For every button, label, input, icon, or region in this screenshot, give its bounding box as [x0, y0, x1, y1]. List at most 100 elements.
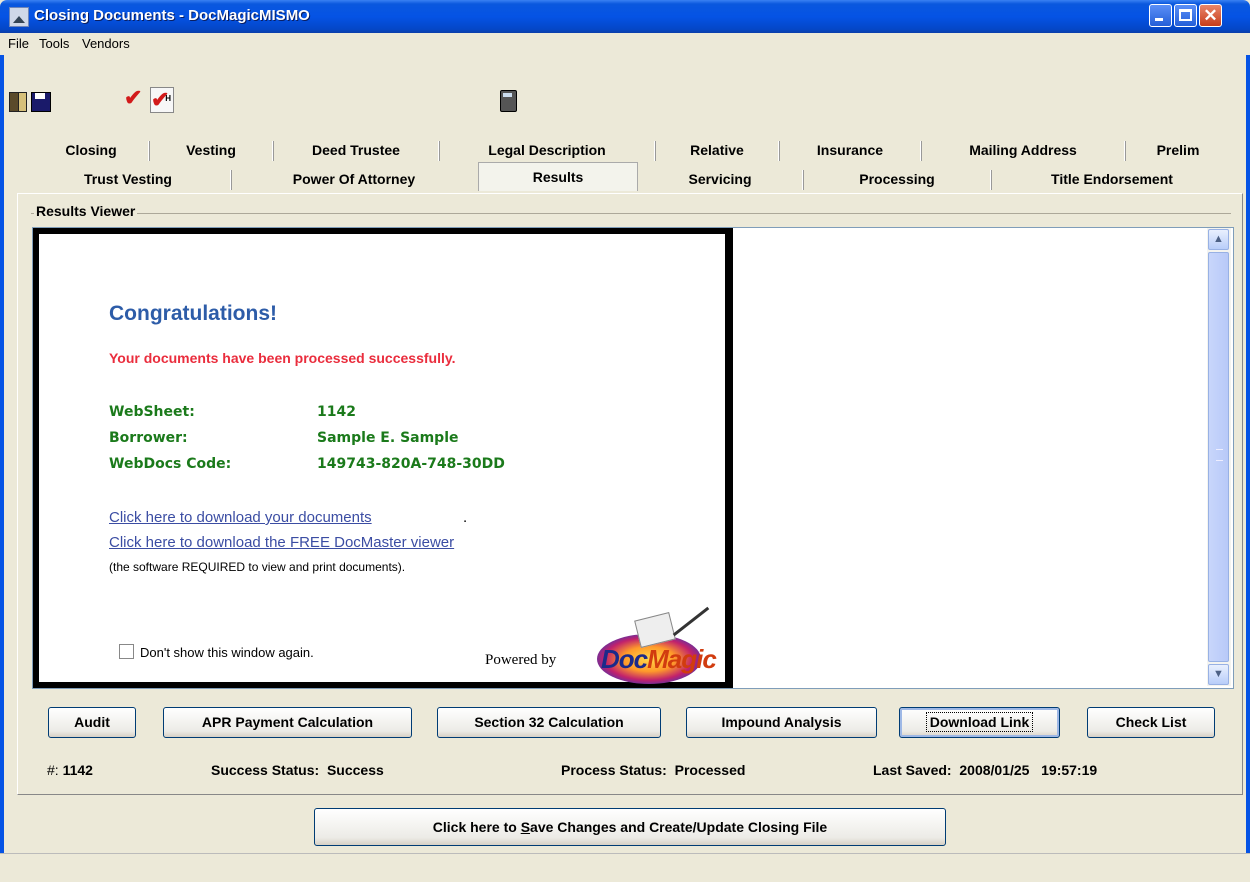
menu-tools[interactable]: Tools [39, 36, 69, 51]
viewer-scrollbar[interactable]: ▲ ▼ [1207, 228, 1231, 686]
success-status-label: Success Status: [211, 762, 320, 778]
impound-analysis-button[interactable]: Impound Analysis [686, 707, 877, 738]
websheet-value: 1142 [317, 404, 356, 420]
tab-insurance[interactable]: Insurance [782, 137, 918, 163]
minimize-button[interactable] [1149, 4, 1172, 27]
tab-separator [802, 170, 804, 190]
results-card: Congratulations! Your documents have bee… [33, 228, 731, 688]
dont-show-checkbox-row[interactable]: Don't show this window again. [119, 644, 314, 660]
window-border-left [0, 33, 4, 881]
tab-separator [148, 141, 150, 161]
viewer-note: (the software REQUIRED to view and print… [109, 560, 406, 574]
scroll-grip [1216, 449, 1223, 461]
webdocs-code-value: 149743-820A-748-30DD [317, 456, 505, 472]
save-changes-pre: Click here to [432, 819, 521, 835]
webdocs-code-label: WebDocs Code: [109, 456, 232, 472]
congratulations-heading: Congratulations! [109, 302, 277, 325]
tab-power-of-attorney[interactable]: Power Of Attorney [234, 166, 474, 192]
title-bar[interactable]: Closing Documents - DocMagicMISMO ✕ [0, 0, 1250, 33]
tab-results[interactable]: Results [478, 162, 638, 191]
status-bar [0, 853, 1250, 882]
download-documents-link[interactable]: Click here to download your documents [109, 509, 372, 526]
audit-button[interactable]: Audit [48, 707, 136, 738]
viewer-divider [725, 228, 733, 688]
tab-mailing-address[interactable]: Mailing Address [924, 137, 1122, 163]
process-status: Process Status: Processed [561, 762, 745, 778]
tab-separator [1124, 141, 1126, 161]
record-number-value: 1142 [62, 762, 93, 778]
checkmark-h-icon[interactable]: ✔ H [150, 87, 174, 113]
save-changes-button[interactable]: Click here to Save Changes and Create/Up… [314, 808, 946, 846]
floppy-disk-icon[interactable] [30, 89, 52, 113]
last-saved: Last Saved: 2008/01/25 19:57:19 [873, 762, 1097, 778]
last-saved-date: 2008/01/25 [959, 762, 1030, 778]
close-button[interactable]: ✕ [1199, 4, 1222, 27]
tab-servicing[interactable]: Servicing [640, 166, 800, 192]
borrower-value: Sample E. Sample [317, 430, 459, 446]
exit-door-icon[interactable] [7, 89, 29, 113]
success-status-value: Success [326, 762, 384, 778]
tab-relative[interactable]: Relative [658, 137, 776, 163]
apr-payment-calculation-button[interactable]: APR Payment Calculation [163, 707, 412, 738]
results-viewer-label: Results Viewer [34, 203, 138, 219]
tab-deed-trustee[interactable]: Deed Trustee [276, 137, 436, 163]
last-saved-label: Last Saved: [873, 762, 952, 778]
tab-legal-description[interactable]: Legal Description [442, 137, 652, 163]
success-message: Your documents have been processed succe… [109, 350, 456, 366]
scroll-thumb[interactable] [1208, 252, 1229, 662]
tab-separator [920, 141, 922, 161]
tabs-row-2: Trust Vesting Power Of Attorney Results … [30, 162, 1236, 193]
maximize-icon [1179, 9, 1192, 21]
menu-file[interactable]: File [8, 36, 29, 51]
tab-processing[interactable]: Processing [806, 166, 988, 192]
window-title: Closing Documents - DocMagicMISMO [34, 7, 310, 24]
powered-by-text: Powered by [485, 652, 557, 668]
calculator-icon[interactable] [499, 88, 517, 112]
logo-wordmark-doc: Doc [601, 644, 648, 674]
toolbar: ✔ ✔ H [0, 56, 1250, 120]
results-viewer: Congratulations! Your documents have bee… [32, 227, 1234, 689]
tab-title-endorsement[interactable]: Title Endorsement [994, 166, 1230, 192]
link-period: . [463, 509, 468, 526]
tab-vesting[interactable]: Vesting [152, 137, 270, 163]
borrower-label: Borrower: [109, 430, 188, 446]
process-status-value: Processed [674, 762, 746, 778]
section-32-calculation-button[interactable]: Section 32 Calculation [437, 707, 661, 738]
dont-show-label: Don't show this window again. [140, 645, 314, 660]
window-border-right [1246, 33, 1250, 881]
logo-wand [672, 606, 710, 637]
menu-bar: File Tools Vendors [0, 33, 1250, 55]
save-changes-mnemonic: S [520, 819, 531, 835]
tab-separator [438, 141, 440, 161]
tab-separator [654, 141, 656, 161]
last-saved-time: 19:57:19 [1041, 762, 1098, 778]
logo-wordmark-magic: Magic [647, 644, 717, 674]
close-icon: ✕ [1203, 6, 1218, 25]
scroll-down-icon[interactable]: ▼ [1208, 664, 1229, 685]
menu-vendors[interactable]: Vendors [82, 36, 130, 51]
tab-separator [272, 141, 274, 161]
success-status: Success Status: Success [211, 762, 384, 778]
checkmark-icon[interactable]: ✔ [124, 86, 146, 110]
maximize-button[interactable] [1174, 4, 1197, 27]
tab-separator [990, 170, 992, 190]
tab-trust-vesting[interactable]: Trust Vesting [30, 166, 226, 192]
save-changes-post: ave Changes and Create/Update Closing Fi… [530, 819, 828, 835]
dont-show-checkbox[interactable] [119, 644, 134, 659]
app-icon [9, 7, 29, 27]
docmagic-logo: DocMagic [589, 606, 719, 688]
group-box-line [31, 213, 1231, 214]
process-status-label: Process Status: [561, 762, 667, 778]
minimize-icon [1155, 18, 1163, 21]
record-number: #: 1142 [47, 762, 93, 778]
scroll-up-icon[interactable]: ▲ [1208, 229, 1229, 250]
download-link-button[interactable]: Download Link [899, 707, 1060, 738]
check-list-button[interactable]: Check List [1087, 707, 1215, 738]
record-number-label: #: [47, 762, 59, 778]
logo-wordmark: DocMagic [601, 644, 717, 675]
tab-separator [230, 170, 232, 190]
checkmark-h-letter: H [165, 94, 171, 103]
download-viewer-link[interactable]: Click here to download the FREE DocMaste… [109, 534, 454, 551]
tab-closing[interactable]: Closing [36, 137, 146, 163]
tab-prelim[interactable]: Prelim [1128, 137, 1228, 163]
